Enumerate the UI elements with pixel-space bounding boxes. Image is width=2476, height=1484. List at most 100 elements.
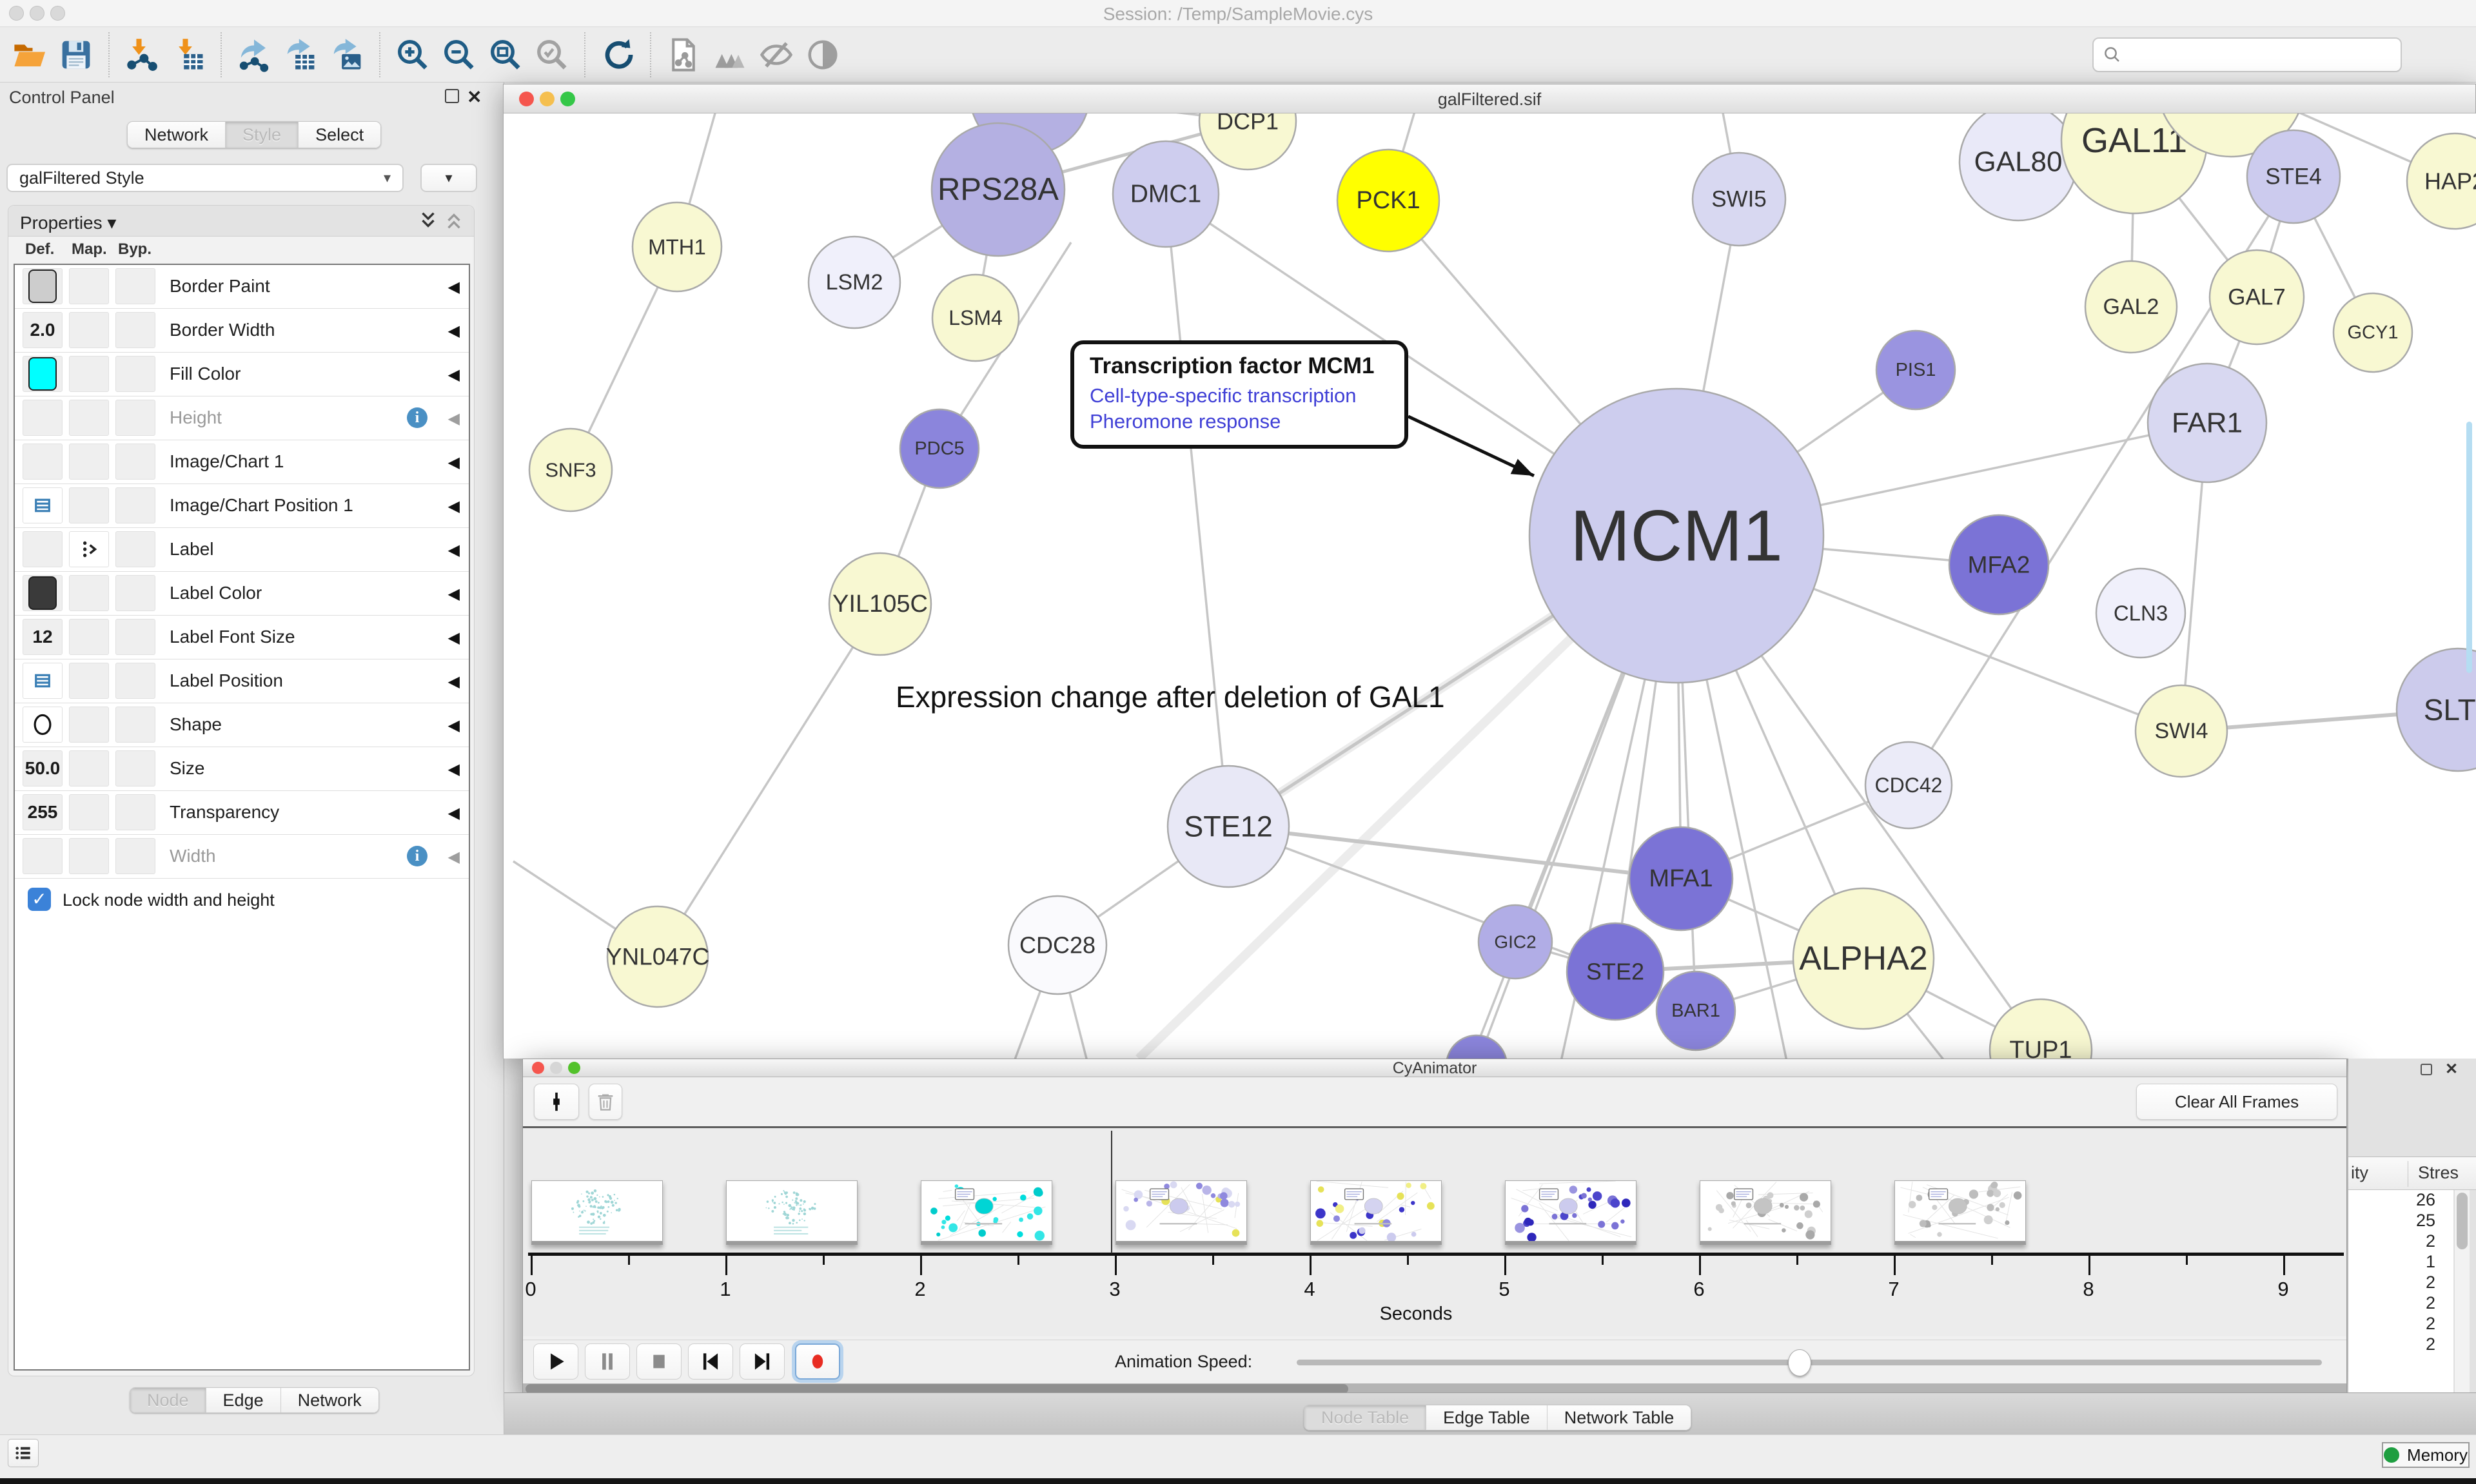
property-row[interactable]: Widthi◀ [15, 835, 469, 879]
property-byp-cell[interactable] [115, 707, 155, 743]
frame-thumbnail-1[interactable] [726, 1180, 858, 1245]
frame-thumbnail-6[interactable] [1700, 1180, 1831, 1245]
tab-network-table[interactable]: Network Table [1548, 1405, 1691, 1430]
save-button[interactable] [56, 35, 96, 75]
stop-button[interactable] [636, 1343, 682, 1380]
network-node-nodeb[interactable] [1446, 1035, 1507, 1059]
skip-end-button[interactable] [740, 1343, 785, 1380]
search-input[interactable] [2128, 44, 2392, 66]
table-cell[interactable]: 26 [2348, 1190, 2453, 1211]
property-map-cell[interactable] [69, 750, 109, 786]
frame-thumbnail-0[interactable] [531, 1180, 663, 1245]
delete-frame-button[interactable] [589, 1084, 622, 1120]
property-def-cell[interactable] [23, 400, 63, 436]
expand-property-icon[interactable]: ◀ [448, 497, 460, 516]
search-network-button[interactable] [710, 35, 750, 75]
property-def-cell[interactable]: 50.0 [23, 750, 63, 786]
clear-all-frames-button[interactable]: Clear All Frames [2136, 1084, 2337, 1120]
property-def-cell[interactable] [23, 356, 63, 392]
property-map-cell[interactable] [69, 268, 109, 304]
property-byp-cell[interactable] [115, 356, 155, 392]
property-def-cell[interactable]: 2.0 [23, 312, 63, 348]
property-byp-cell[interactable] [115, 619, 155, 655]
table-cell[interactable]: 2 [2348, 1334, 2453, 1355]
property-map-cell[interactable] [69, 487, 109, 523]
property-row[interactable]: 12Label Font Size◀ [15, 616, 469, 659]
table-scrollbar[interactable] [2454, 1190, 2470, 1392]
property-map-cell[interactable] [69, 356, 109, 392]
property-map-cell[interactable] [69, 707, 109, 743]
property-byp-cell[interactable] [115, 663, 155, 699]
expand-property-icon[interactable]: ◀ [448, 716, 460, 735]
memory-button[interactable]: Memory [2382, 1442, 2470, 1468]
scrollbar-thumb[interactable] [2457, 1193, 2468, 1249]
property-map-cell[interactable] [69, 663, 109, 699]
frame-thumbnail-5[interactable] [1505, 1180, 1636, 1245]
timeline-playhead[interactable] [1111, 1131, 1113, 1253]
style-options-button[interactable]: ▾ [420, 164, 477, 192]
network-text-annotation[interactable]: Expression change after deletion of GAL1 [896, 679, 1445, 714]
add-frame-button[interactable] [534, 1084, 579, 1120]
property-row[interactable]: 255Transparency◀ [15, 791, 469, 835]
table-cell[interactable]: 2 [2348, 1293, 2453, 1314]
annotation-link[interactable]: Cell-type-specific transcription [1090, 384, 1389, 407]
property-def-cell[interactable] [23, 663, 63, 699]
close-panel-icon[interactable]: ✕ [467, 86, 482, 108]
property-byp-cell[interactable] [115, 268, 155, 304]
table-cell[interactable]: 2 [2348, 1314, 2453, 1334]
expand-property-icon[interactable]: ◀ [448, 848, 460, 866]
record-button[interactable] [795, 1343, 840, 1380]
show-graphics-button[interactable] [803, 35, 843, 75]
info-icon[interactable]: i [407, 407, 427, 428]
expand-property-icon[interactable]: ◀ [448, 453, 460, 472]
annotation-link[interactable]: Pheromone response [1090, 410, 1389, 433]
property-row[interactable]: Shape◀ [15, 703, 469, 747]
property-map-cell[interactable] [69, 619, 109, 655]
info-icon[interactable]: i [407, 846, 427, 866]
expand-property-icon[interactable]: ◀ [448, 804, 460, 823]
property-byp-cell[interactable] [115, 794, 155, 830]
frame-thumbnail-7[interactable] [1894, 1180, 2026, 1245]
property-map-cell[interactable] [69, 444, 109, 480]
tab-network[interactable]: Network [128, 122, 226, 148]
float-panel-icon[interactable] [2421, 1064, 2432, 1075]
property-row[interactable]: Label◀ [15, 528, 469, 572]
property-row[interactable]: Image/Chart Position 1◀ [15, 484, 469, 528]
cyanimator-titlebar[interactable]: CyAnimator [523, 1059, 2346, 1077]
property-byp-cell[interactable] [115, 444, 155, 480]
tab-select[interactable]: Select [299, 122, 380, 148]
float-panel-icon[interactable] [445, 89, 459, 103]
property-def-cell[interactable] [23, 531, 63, 567]
property-def-cell[interactable] [23, 838, 63, 874]
property-row[interactable]: Border Paint◀ [15, 265, 469, 309]
property-def-cell[interactable]: 12 [23, 619, 63, 655]
property-byp-cell[interactable] [115, 750, 155, 786]
expand-property-icon[interactable]: ◀ [448, 409, 460, 428]
hide-graphics-button[interactable] [756, 35, 796, 75]
property-def-cell[interactable] [23, 444, 63, 480]
tab-network-style[interactable]: Network [281, 1388, 378, 1412]
task-history-button[interactable] [8, 1439, 39, 1467]
property-def-cell[interactable] [23, 487, 63, 523]
expand-property-icon[interactable]: ◀ [448, 366, 460, 384]
play-button[interactable] [533, 1343, 578, 1380]
frame-thumbnail-3[interactable] [1115, 1180, 1247, 1245]
tab-edge-table[interactable]: Edge Table [1426, 1405, 1548, 1430]
table-cell[interactable]: 2 [2348, 1231, 2453, 1252]
property-row[interactable]: Fill Color◀ [15, 353, 469, 396]
expand-property-icon[interactable]: ◀ [448, 541, 460, 560]
zoom-out-button[interactable] [439, 35, 479, 75]
property-byp-cell[interactable] [115, 312, 155, 348]
property-def-cell[interactable] [23, 268, 63, 304]
property-def-cell[interactable] [23, 575, 63, 611]
column-header[interactable]: Stres [2418, 1163, 2459, 1183]
lock-size-checkbox[interactable]: ✓ [28, 888, 51, 911]
open-folder-button[interactable] [10, 35, 50, 75]
tab-style[interactable]: Style [226, 122, 299, 148]
slider-thumb[interactable] [1788, 1349, 1811, 1376]
property-row[interactable]: Label Color◀ [15, 572, 469, 616]
property-def-cell[interactable] [23, 707, 63, 743]
table-cell[interactable]: 25 [2348, 1211, 2453, 1231]
frame-thumbnail-4[interactable] [1310, 1180, 1442, 1245]
expand-property-icon[interactable]: ◀ [448, 672, 460, 691]
